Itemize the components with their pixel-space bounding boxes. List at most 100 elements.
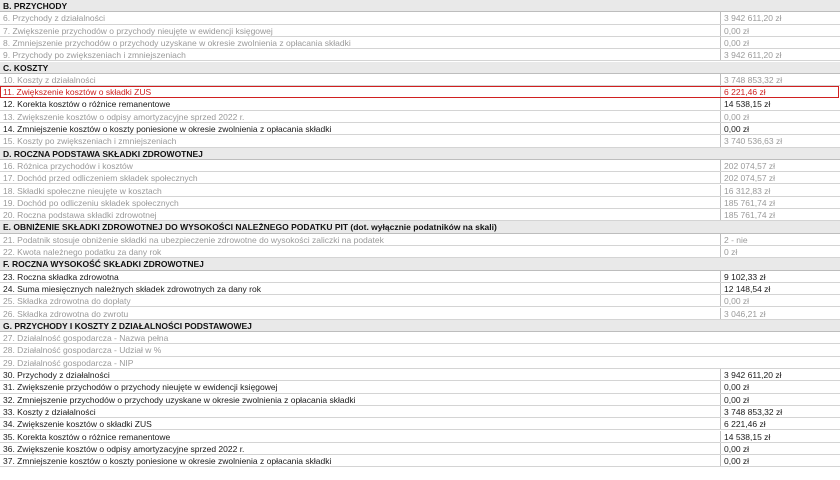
- row-label: 18. Składki społeczne nieujęte w kosztac…: [3, 185, 162, 196]
- row-label: 33. Koszty z działalności: [3, 406, 96, 417]
- form-row: 12. Korekta kosztów o różnice remanentow…: [0, 98, 840, 111]
- row-label: 6. Przychody z działalności: [3, 13, 106, 24]
- row-value: 3 748 853,32 zł: [720, 405, 840, 418]
- row-label: 22. Kwota należnego podatku za dany rok: [3, 247, 162, 257]
- row-label: 13. Zwiększenie kosztów o odpisy amortyz…: [3, 111, 245, 122]
- row-label: 8. Zmniejszenie przychodów o przychody u…: [3, 37, 351, 48]
- row-label: 37. Zmniejszenie kosztów o koszty ponies…: [3, 456, 332, 467]
- form-row: 20. Roczna podstawa składki zdrowotnej 18…: [0, 209, 840, 222]
- row-label: 24. Suma miesięcznych należnych składek …: [3, 283, 261, 294]
- row-value: 0,00 zł: [720, 24, 840, 36]
- row-label: 15. Koszty po zwiększeniach i zmniejszen…: [3, 136, 177, 147]
- form-row: 25. Składka zdrowotna do dopłaty 0,00 zł: [0, 295, 840, 308]
- section-title: G. PRZYCHODY I KOSZTY Z DZIAŁALNOŚCI POD…: [3, 320, 252, 331]
- form-row: 30. Przychody z działalności 3 942 611,20…: [0, 369, 840, 382]
- form-row: 35. Korekta kosztów o różnice remanentow…: [0, 430, 840, 443]
- row-value: 6 221,46 zł: [720, 418, 840, 430]
- row-label: 7. Zwiększenie przychodów o przychody ni…: [3, 25, 273, 36]
- health-contribution-form: B. PRZYCHODY 6. Przychody z działalności 3…: [0, 0, 840, 480]
- form-row: 10. Koszty z działalności 3 748 853,32 zł: [0, 73, 840, 87]
- row-value: 185 761,74 zł: [720, 209, 840, 221]
- form-row: 31. Zwiększenie przychodów o przychody n…: [0, 381, 840, 394]
- row-value: 3 942 611,20 zł: [720, 12, 840, 24]
- row-value: [720, 344, 840, 355]
- row-value: 202 074,57 zł: [720, 159, 840, 172]
- form-row: 18. Składki społeczne nieujęte w kosztac…: [0, 184, 840, 197]
- form-row: 27. Działalność gospodarcza - Nazwa pełn…: [0, 332, 840, 345]
- section-header: B. PRZYCHODY: [0, 0, 840, 13]
- row-value: 3 740 536,63 zł: [720, 135, 840, 147]
- row-label: 30. Przychody z działalności: [3, 370, 110, 380]
- form-row: 28. Działalność gospodarcza - Udział w %: [0, 344, 840, 357]
- row-value: 202 074,57 zł: [720, 172, 840, 184]
- section-title: D. ROCZNA PODSTAWA SKŁADKI ZDROWOTNEJ: [3, 148, 203, 159]
- row-value: 12 148,54 zł: [720, 282, 840, 295]
- form-row: 29. Działalność gospodarcza - NIP: [0, 357, 840, 369]
- row-value: 0 zł: [720, 246, 840, 258]
- row-label: 29. Działalność gospodarcza - NIP: [3, 357, 134, 368]
- row-label: 34. Zwiększenie kosztów o składki ZUS: [3, 419, 152, 430]
- form-row: 26. Składka zdrowotna do zwrotu 3 046,21 …: [0, 307, 840, 320]
- row-label: 11. Zwiększenie kosztów o składki ZUS: [3, 87, 152, 98]
- row-value: 0,00 zł: [720, 36, 840, 49]
- row-value: 3 046,21 zł: [720, 307, 840, 319]
- row-label: 16. Różnica przychodów i kosztów: [3, 160, 133, 171]
- row-label: 17. Dochód przed odliczeniem składek spo…: [3, 173, 198, 184]
- row-value: [720, 357, 840, 368]
- row-value: 9 102,33 zł: [720, 270, 840, 282]
- form-row: 8. Zmniejszenie przychodów o przychody u…: [0, 36, 840, 50]
- form-row: 22. Kwota należnego podatku za dany rok 0…: [0, 246, 840, 259]
- row-value: 14 538,15 zł: [720, 430, 840, 442]
- row-label: 28. Działalność gospodarcza - Udział w %: [3, 345, 162, 356]
- row-value: 185 761,74 zł: [720, 196, 840, 209]
- row-label: 21. Podatnik stosuje obniżenie składki n…: [3, 234, 384, 245]
- form-row: 11. Zwiększenie kosztów o składki ZUS 6 2…: [0, 86, 840, 99]
- form-row: 6. Przychody z działalności 3 942 611,20 …: [0, 12, 840, 25]
- form-row: 21. Podatnik stosuje obniżenie składki n…: [0, 233, 840, 246]
- row-value: 16 312,83 zł: [720, 184, 840, 196]
- row-label: 25. Składka zdrowotna do dopłaty: [3, 296, 131, 307]
- row-label: 27. Działalność gospodarcza - Nazwa pełn…: [3, 333, 169, 344]
- form-row: 36. Zwiększenie kosztów o odpisy amortyz…: [0, 442, 840, 456]
- row-value: [720, 332, 840, 343]
- row-label: 9. Przychody po zwiększeniach i zmniejsz…: [3, 50, 186, 61]
- row-label: 20. Roczna podstawa składki zdrowotnej: [3, 210, 157, 221]
- section-title: B. PRZYCHODY: [3, 1, 68, 11]
- row-value: 0,00 zł: [720, 295, 840, 307]
- form-row: 24. Suma miesięcznych należnych składek …: [0, 282, 840, 296]
- row-value: 0,00 zł: [720, 393, 840, 405]
- section-header: G. PRZYCHODY I KOSZTY Z DZIAŁALNOŚCI POD…: [0, 319, 840, 333]
- section-header: C. KOSZTY: [0, 61, 840, 74]
- form-row: 33. Koszty z działalności 3 748 853,32 zł: [0, 405, 840, 419]
- row-label: 32. Zmniejszenie przychodów o przychody …: [3, 394, 356, 405]
- row-label: 10. Koszty z działalności: [3, 74, 96, 85]
- row-value: 3 942 611,20 zł: [720, 369, 840, 381]
- row-value: 0,00 zł: [720, 110, 840, 122]
- form-row: 23. Roczna składka zdrowotna 9 102,33 zł: [0, 270, 840, 283]
- row-label: 23. Roczna składka zdrowotna: [3, 271, 119, 282]
- row-label: 31. Zwiększenie przychodów o przychody n…: [3, 382, 278, 393]
- row-label: 14. Zmniejszenie kosztów o koszty ponies…: [3, 124, 332, 134]
- row-value: 0,00 zł: [720, 123, 840, 135]
- section-header: D. ROCZNA PODSTAWA SKŁADKI ZDROWOTNEJ: [0, 147, 840, 160]
- row-value: 2 - nie: [720, 233, 840, 245]
- row-value: 0,00 zł: [720, 455, 840, 467]
- row-label: 36. Zwiększenie kosztów o odpisy amortyz…: [3, 443, 245, 454]
- form-row: 19. Dochód po odliczeniu składek społecz…: [0, 196, 840, 210]
- row-value: 14 538,15 zł: [720, 98, 840, 110]
- row-label: 12. Korekta kosztów o różnice remanentow…: [3, 99, 171, 110]
- row-label: 19. Dochód po odliczeniu składek społecz…: [3, 197, 179, 208]
- form-row: 15. Koszty po zwiększeniach i zmniejszen…: [0, 135, 840, 148]
- row-value: 6 221,46 zł: [720, 86, 840, 99]
- form-row: 16. Różnica przychodów i kosztów 202 074,…: [0, 159, 840, 173]
- form-row: 17. Dochód przed odliczeniem składek spo…: [0, 172, 840, 185]
- form-row: 9. Przychody po zwiększeniach i zmniejsz…: [0, 49, 840, 62]
- row-label: 35. Korekta kosztów o różnice remanentow…: [3, 431, 171, 442]
- section-title: F. ROCZNA WYSOKOŚĆ SKŁADKI ZDROWOTNEJ: [3, 259, 204, 270]
- section-title: C. KOSZTY: [3, 62, 49, 73]
- row-value: 3 942 611,20 zł: [720, 49, 840, 61]
- section-title: E. OBNIŻENIE SKŁADKI ZDROWOTNEJ DO WYSOK…: [3, 222, 497, 233]
- row-value: 0,00 zł: [720, 381, 840, 393]
- section-header: F. ROCZNA WYSOKOŚĆ SKŁADKI ZDROWOTNEJ: [0, 258, 840, 271]
- form-row: 37. Zmniejszenie kosztów o koszty ponies…: [0, 455, 840, 468]
